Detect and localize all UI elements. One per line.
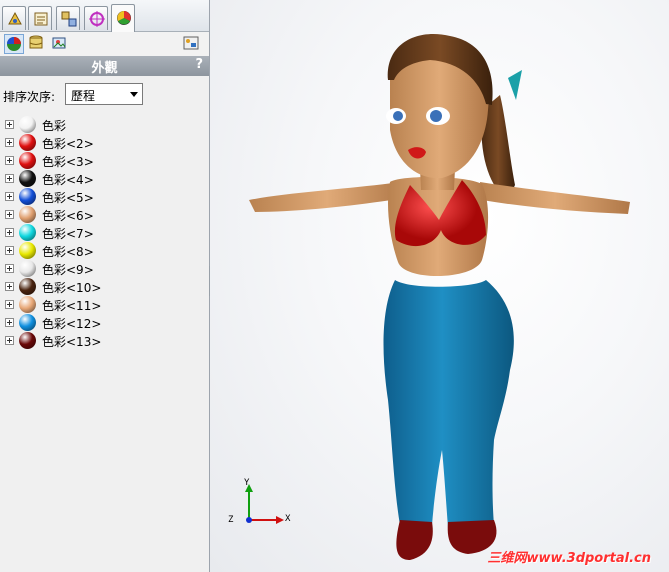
appearance-label: 色彩<11> bbox=[42, 299, 102, 313]
expand-icon[interactable] bbox=[5, 228, 14, 237]
appearance-label: 色彩<7> bbox=[42, 227, 94, 241]
decals-icon bbox=[52, 37, 66, 49]
appearance-item[interactable]: 色彩<10> bbox=[0, 277, 209, 295]
color-swatch-icon bbox=[19, 134, 36, 151]
color-swatch-icon bbox=[19, 332, 36, 349]
coordinate-triad: Y X Z bbox=[222, 478, 292, 538]
manager-tabs bbox=[0, 0, 209, 32]
appearance-manager-tab[interactable] bbox=[111, 4, 135, 32]
appearance-item[interactable]: 色彩<12> bbox=[0, 313, 209, 331]
appearances-icon bbox=[7, 37, 21, 51]
expand-icon[interactable] bbox=[5, 192, 14, 201]
appearance-manager-icon bbox=[117, 11, 131, 25]
appearance-item[interactable]: 色彩 bbox=[0, 115, 209, 133]
appearance-label: 色彩 bbox=[42, 119, 67, 133]
color-swatch-icon bbox=[19, 206, 36, 223]
appearance-label: 色彩<8> bbox=[42, 245, 94, 259]
expand-icon[interactable] bbox=[5, 120, 14, 129]
color-swatch-icon bbox=[19, 116, 36, 133]
left-boot bbox=[396, 520, 433, 560]
appearance-item[interactable]: 色彩<8> bbox=[0, 241, 209, 259]
appearance-label: 色彩<5> bbox=[42, 191, 94, 205]
appearance-label: 色彩<3> bbox=[42, 155, 94, 169]
property-manager-icon bbox=[34, 12, 48, 26]
panel-header: 外觀 ? bbox=[0, 56, 209, 76]
appearance-label: 色彩<13> bbox=[42, 335, 102, 349]
appearance-label: 色彩<6> bbox=[42, 209, 94, 223]
sort-order-select[interactable]: 歷程 bbox=[65, 83, 143, 105]
expand-icon[interactable] bbox=[5, 156, 14, 165]
feature-manager-icon bbox=[8, 11, 22, 25]
expand-icon[interactable] bbox=[5, 336, 14, 345]
blue-jeans bbox=[383, 280, 514, 528]
hair-ribbon bbox=[508, 70, 522, 100]
appearance-label: 色彩<10> bbox=[42, 281, 102, 295]
expand-icon[interactable] bbox=[5, 300, 14, 309]
configuration-manager-icon bbox=[61, 11, 77, 27]
appearances-button[interactable] bbox=[4, 34, 24, 54]
expand-icon[interactable] bbox=[5, 138, 14, 147]
x-axis-label: X bbox=[285, 514, 291, 524]
watermark: 三维网www.3dportal.cn bbox=[487, 551, 651, 566]
right-arm bbox=[480, 182, 630, 214]
left-iris bbox=[393, 111, 403, 121]
appearance-label: 色彩<4> bbox=[42, 173, 94, 187]
configuration-manager-tab[interactable] bbox=[56, 6, 80, 30]
panel-title: 外觀 bbox=[91, 61, 118, 76]
appearance-item[interactable]: 色彩<7> bbox=[0, 223, 209, 241]
color-swatch-icon bbox=[19, 152, 36, 169]
axis-triad-icon bbox=[245, 484, 284, 524]
color-swatch-icon bbox=[19, 170, 36, 187]
color-swatch-icon bbox=[19, 260, 36, 277]
help-button[interactable]: ? bbox=[195, 57, 203, 72]
appearance-label: 色彩<2> bbox=[42, 137, 94, 151]
feature-manager-tab[interactable] bbox=[2, 6, 26, 30]
color-swatch-icon bbox=[19, 296, 36, 313]
appearance-label: 色彩<9> bbox=[42, 263, 94, 277]
sort-order-value: 歷程 bbox=[71, 89, 96, 103]
expand-icon[interactable] bbox=[5, 264, 14, 273]
expand-icon[interactable] bbox=[5, 210, 14, 219]
appearance-item[interactable]: 色彩<2> bbox=[0, 133, 209, 151]
display-pane-button[interactable] bbox=[182, 34, 202, 54]
right-iris bbox=[430, 110, 442, 122]
scenes-button[interactable] bbox=[27, 34, 47, 54]
chevron-down-icon bbox=[130, 92, 138, 97]
color-swatch-icon bbox=[19, 278, 36, 295]
y-axis-label: Y bbox=[244, 478, 250, 488]
display-pane-icon bbox=[183, 36, 199, 50]
appearance-item[interactable]: 色彩<11> bbox=[0, 295, 209, 313]
left-arm bbox=[249, 182, 405, 212]
expand-icon[interactable] bbox=[5, 282, 14, 291]
sort-order-label: 排序次序: bbox=[3, 90, 56, 104]
color-swatch-icon bbox=[19, 224, 36, 241]
expand-icon[interactable] bbox=[5, 246, 14, 255]
expand-icon[interactable] bbox=[5, 318, 14, 327]
property-manager-tab[interactable] bbox=[28, 6, 52, 30]
decals-button[interactable] bbox=[50, 34, 70, 54]
color-swatch-icon bbox=[19, 242, 36, 259]
dimxpert-icon bbox=[89, 11, 105, 27]
appearance-subtoolbar bbox=[0, 32, 209, 56]
appearance-panel: 外觀 ? 排序次序: 歷程 色彩色彩<2> 色彩<3> 色彩<4> 色彩<5> 色彩<6… bbox=[0, 0, 210, 572]
appearance-item[interactable]: 色彩<9> bbox=[0, 259, 209, 277]
appearance-item[interactable]: 色彩<5> bbox=[0, 187, 209, 205]
color-swatch-icon bbox=[19, 314, 36, 331]
appearance-item[interactable]: 色彩<4> bbox=[0, 169, 209, 187]
dimxpert-tab[interactable] bbox=[84, 6, 108, 30]
expand-icon[interactable] bbox=[5, 174, 14, 183]
appearance-item[interactable]: 色彩<13> bbox=[0, 331, 209, 349]
scenes-icon bbox=[29, 35, 43, 49]
appearance-item[interactable]: 色彩<3> bbox=[0, 151, 209, 169]
z-axis-label: Z bbox=[228, 515, 234, 525]
appearance-label: 色彩<12> bbox=[42, 317, 102, 331]
color-swatch-icon bbox=[19, 188, 36, 205]
graphics-area[interactable]: Y X Z 三维网www.3dportal.cn bbox=[210, 0, 669, 572]
appearance-item[interactable]: 色彩<6> bbox=[0, 205, 209, 223]
